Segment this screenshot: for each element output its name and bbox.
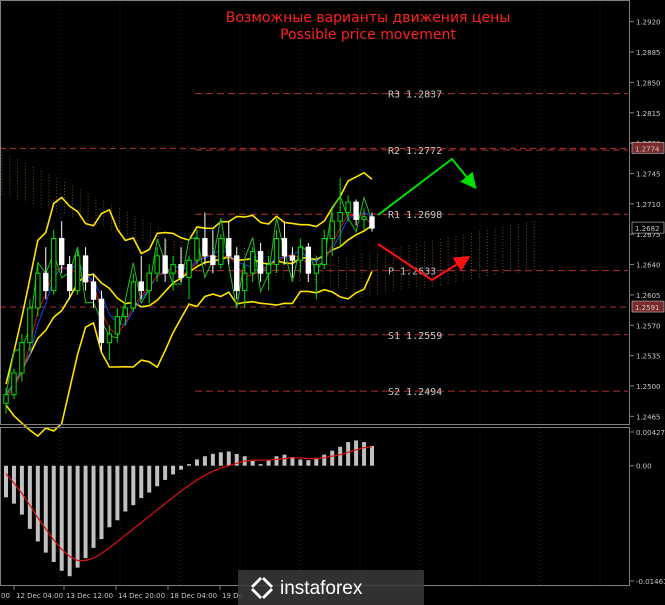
candle-bull (186, 259, 192, 279)
candle-bear (178, 264, 184, 279)
macd-tick-label: 0.00427 (636, 429, 665, 437)
brand-logo: instaforex (238, 570, 424, 605)
price-tick-label: 1.2920 (636, 19, 661, 27)
candle-bear (59, 238, 65, 266)
candle-bull (170, 264, 176, 274)
brand-name: instaforex (280, 578, 363, 599)
candle-bull (361, 216, 367, 220)
candle-bull (114, 316, 121, 335)
price-tick-label: 1.2640 (636, 262, 661, 270)
level-label-r2: R2 1.2772 (388, 146, 442, 157)
price-tick-label: 1.2710 (636, 201, 661, 209)
candle-bull (249, 251, 256, 274)
candle-bear (66, 264, 73, 292)
candle-bull (321, 238, 327, 266)
price-tick-label: 1.2500 (636, 383, 661, 391)
price-tick-label: 1.2535 (636, 353, 661, 361)
candle-bull (297, 246, 304, 261)
candle-bull (329, 220, 335, 240)
candle-bear (82, 255, 89, 283)
candle-bear (90, 281, 97, 300)
candle-bull (51, 238, 57, 292)
candle-bear (257, 251, 264, 274)
price-tick-label: 1.2465 (636, 413, 661, 421)
price-chart: R3 1.2837 R2 1.2772 R1 1.2698 P 1.2633 S1 1.… (0, 0, 665, 605)
price-tick-label: 1.2850 (636, 79, 661, 87)
level-label-r1: R1 1.2698 (388, 210, 442, 221)
candle-bear (202, 238, 208, 257)
candle-bear (43, 272, 49, 292)
candle-bull (218, 238, 224, 266)
price-tick-label: 1.2605 (636, 292, 661, 300)
candle-bear (369, 216, 375, 229)
chart-title-en: Possible price movement (280, 27, 456, 43)
chart-title-ru: Возможные варианты движения цены (226, 10, 511, 26)
candle-bull (27, 307, 33, 344)
candle-bull (3, 394, 9, 404)
price-tick-label: 1.2885 (636, 49, 661, 57)
candle-bull (11, 372, 17, 396)
candle-bull (194, 238, 200, 261)
candle-bull (106, 333, 113, 344)
candle-bear (98, 298, 105, 344)
candle-bear (210, 255, 216, 266)
time-label: 18 Dec 04:00 (170, 592, 217, 600)
candle-bull (154, 255, 160, 274)
candle-bull (74, 255, 81, 292)
candle-bull (130, 281, 136, 309)
candle-bull (242, 272, 248, 292)
candle-bear (305, 246, 312, 274)
candle-bear (138, 281, 144, 292)
price-tag: 1.2774 (635, 145, 660, 153)
candle-bull (265, 264, 272, 274)
time-label: 13 Dec 12:00 (66, 592, 113, 600)
price-tag: 1.2591 (635, 304, 660, 312)
level-label-p: P 1.2633 (388, 267, 436, 278)
candle-bear (226, 238, 232, 257)
price-tick-label: 1.2815 (636, 110, 661, 118)
candle-bull (273, 238, 280, 266)
macd-tick-label: -0.01461 (636, 578, 665, 586)
candle-bear (281, 238, 288, 257)
level-label-s1: S1 1.2559 (388, 331, 442, 342)
price-tick-label: 1.2745 (636, 170, 661, 178)
candle-bull (122, 307, 129, 318)
price-tick-label: 1.2570 (636, 322, 661, 330)
candle-bull (35, 272, 41, 309)
price-tag: 1.2682 (635, 225, 660, 233)
candle-bear (353, 201, 359, 220)
level-label-r3: R3 1.2837 (388, 90, 442, 101)
candle-bull (313, 264, 319, 274)
time-label: 14 Dec 20:00 (118, 592, 165, 600)
candle-bear (162, 255, 168, 274)
candle-bear (289, 255, 296, 261)
candle-bull (337, 212, 343, 222)
level-label-s2: S2 1.2494 (388, 387, 442, 398)
macd-tick-label: 0.00 (636, 463, 652, 471)
candle-bull (19, 342, 25, 374)
time-label-first: 00 (1, 592, 10, 600)
candle-bull (345, 201, 351, 214)
candle-bull (146, 272, 152, 292)
candle-bear (234, 255, 240, 292)
time-label: 12 Dec 04:00 (16, 592, 63, 600)
